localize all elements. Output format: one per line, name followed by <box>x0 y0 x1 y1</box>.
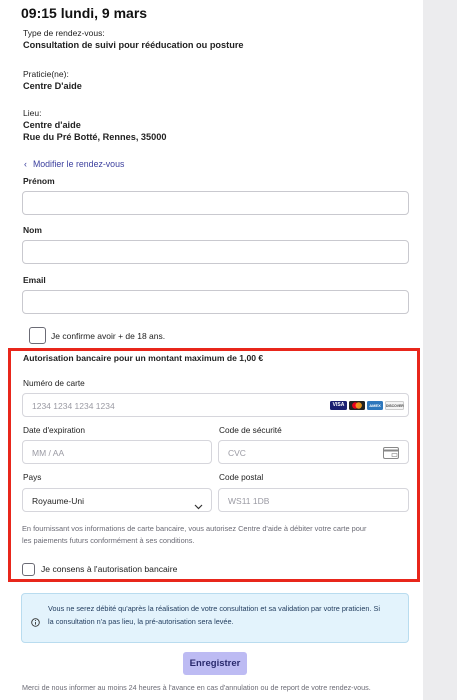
location-name: Centre d'aide <box>23 120 81 130</box>
appointment-datetime: 09:15 lundi, 9 mars <box>21 5 148 21</box>
first-name-label: Prénom <box>23 176 55 186</box>
last-name-field[interactable] <box>22 240 409 264</box>
email-field[interactable] <box>22 290 409 314</box>
payment-title: Autorisation bancaire pour un montant ma… <box>23 353 264 363</box>
expiry-field[interactable]: MM / AA <box>22 440 212 464</box>
chevron-down-icon <box>194 497 203 515</box>
bank-consent-checkbox[interactable] <box>22 563 35 576</box>
booking-panel: 09:15 lundi, 9 mars Type de rendez-vous:… <box>0 0 423 700</box>
expiry-label: Date d'expiration <box>23 425 86 435</box>
notice-line1: Vous ne serez débité qu'après la réalisa… <box>48 604 380 613</box>
notice-line2: la consultation n'a pas lieu, la pré-aut… <box>48 617 234 626</box>
chevron-left-icon: ‹ <box>24 159 27 169</box>
location-label: Lieu: <box>23 108 42 118</box>
cvc-label: Code de sécurité <box>219 425 282 435</box>
modify-appointment-label: Modifier le rendez-vous <box>32 159 125 169</box>
age-confirm-label: Je confirme avoir + de 18 ans. <box>51 331 166 341</box>
country-label: Pays <box>23 472 42 482</box>
practitioner-label: Praticie(ne): <box>23 69 69 79</box>
discover-icon: DISCOVER <box>385 401 404 410</box>
mastercard-icon <box>349 401 365 410</box>
postal-code-field[interactable]: WS11 1DB <box>218 488 409 512</box>
card-number-label: Numéro de carte <box>23 378 85 388</box>
postal-code-placeholder: WS11 1DB <box>228 496 270 506</box>
last-name-label: Nom <box>23 225 42 235</box>
debit-notice: Vous ne serez débité qu'après la réalisa… <box>21 593 409 643</box>
amex-icon: AMEX <box>367 401 383 410</box>
modify-appointment-link[interactable]: ‹ Modifier le rendez-vous <box>24 154 124 172</box>
save-button[interactable]: Enregistrer <box>183 652 247 675</box>
visa-icon: VISA <box>330 401 347 410</box>
appointment-type-label: Type de rendez-vous: <box>23 28 105 38</box>
email-label: Email <box>23 275 46 285</box>
cancellation-footer-text: Merci de nous informer au moins 24 heure… <box>22 683 371 692</box>
country-select[interactable]: Royaume-Uni <box>22 488 212 512</box>
card-number-placeholder: 1234 1234 1234 1234 <box>32 401 115 411</box>
practitioner-value: Centre D'aide <box>23 81 82 91</box>
card-cvc-icon <box>383 446 399 464</box>
bank-consent-label: Je consens à l'autorisation bancaire <box>41 564 178 574</box>
first-name-field[interactable] <box>22 191 409 215</box>
payment-disclaimer-line2: les paiements futurs conformément à ses … <box>22 536 195 545</box>
cvc-field[interactable]: CVC <box>218 440 409 464</box>
payment-disclaimer-line1: En fournissant vos informations de carte… <box>22 524 367 533</box>
expiry-placeholder: MM / AA <box>32 448 65 458</box>
postal-code-label: Code postal <box>219 472 264 482</box>
age-confirm-checkbox[interactable] <box>29 327 46 344</box>
info-icon <box>31 614 40 632</box>
cvc-placeholder: CVC <box>228 448 246 458</box>
appointment-type-value: Consultation de suivi pour rééducation o… <box>23 40 244 50</box>
location-address: Rue du Pré Botté, Rennes, 35000 <box>23 132 167 142</box>
country-value: Royaume-Uni <box>32 496 84 506</box>
